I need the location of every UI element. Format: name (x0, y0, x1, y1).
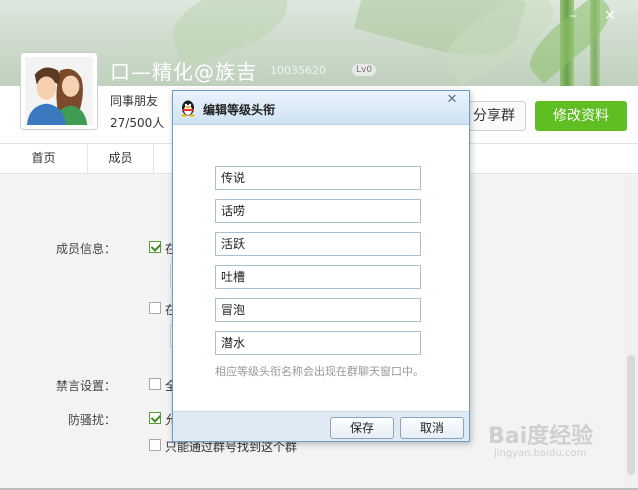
dialog-close-button[interactable]: ✕ (443, 93, 461, 107)
cancel-button[interactable]: 取消 (400, 417, 464, 439)
dialog-hint-text: 相应等级头衔名称会出现在群聊天窗口中。 (215, 365, 424, 378)
level-title-input-4[interactable]: 吐槽 (215, 265, 421, 289)
level-badge: Lv0 (352, 64, 377, 76)
dialog-title: 编辑等级头衔 (203, 103, 276, 117)
group-name: 口—精化@族吉 (110, 60, 257, 84)
save-button[interactable]: 保存 (330, 417, 394, 439)
level-title-input-3[interactable]: 活跃 (215, 232, 421, 256)
edit-profile-button[interactable]: 修改资料 (535, 101, 627, 131)
group-category: 同事朋友 (110, 94, 159, 108)
settings-scrollbar[interactable] (624, 175, 638, 490)
mute-all-checkbox[interactable] (149, 378, 161, 390)
baidu-watermark-url: jingyan.baidu.com (494, 448, 587, 459)
couple-avatar-icon (25, 57, 93, 125)
minimize-button[interactable]: – (570, 8, 577, 24)
anti-harass-label: 防骚扰： (67, 413, 116, 427)
anti-harass-checkbox-2[interactable] (149, 439, 161, 451)
dialog-titlebar[interactable]: 编辑等级头衔 ✕ (173, 91, 469, 125)
anti-harass-checkbox-1[interactable] (149, 412, 161, 424)
dialog-footer: 保存 取消 (173, 411, 469, 441)
close-window-button[interactable]: ✕ (604, 8, 616, 24)
level-title-input-5[interactable]: 冒泡 (215, 298, 421, 322)
level-title-input-6[interactable]: 潜水 (215, 331, 421, 355)
qq-penguin-icon (181, 100, 195, 117)
member-info-checkbox-2[interactable] (149, 302, 161, 314)
member-info-checkbox-1[interactable] (149, 241, 161, 253)
tab-home[interactable]: 首页 (0, 144, 88, 174)
member-info-label: 成员信息： (55, 242, 116, 256)
level-title-input-2[interactable]: 话唠 (215, 199, 421, 223)
edit-level-titles-dialog: 编辑等级头衔 ✕ 传说 话唠 活跃 吐槽 冒泡 潜水 相应等级头衔名称会出现在群… (172, 90, 470, 442)
tab-members[interactable]: 成员 (88, 144, 154, 174)
group-avatar[interactable] (20, 52, 98, 130)
scrollbar-thumb[interactable] (627, 355, 635, 475)
group-number: 10035620 (270, 64, 326, 77)
baidu-watermark: Bai度经验 (488, 424, 594, 449)
level-title-input-1[interactable]: 传说 (215, 166, 421, 190)
member-count: 27/500人 (110, 116, 165, 130)
mute-setting-label: 禁言设置： (55, 379, 116, 393)
